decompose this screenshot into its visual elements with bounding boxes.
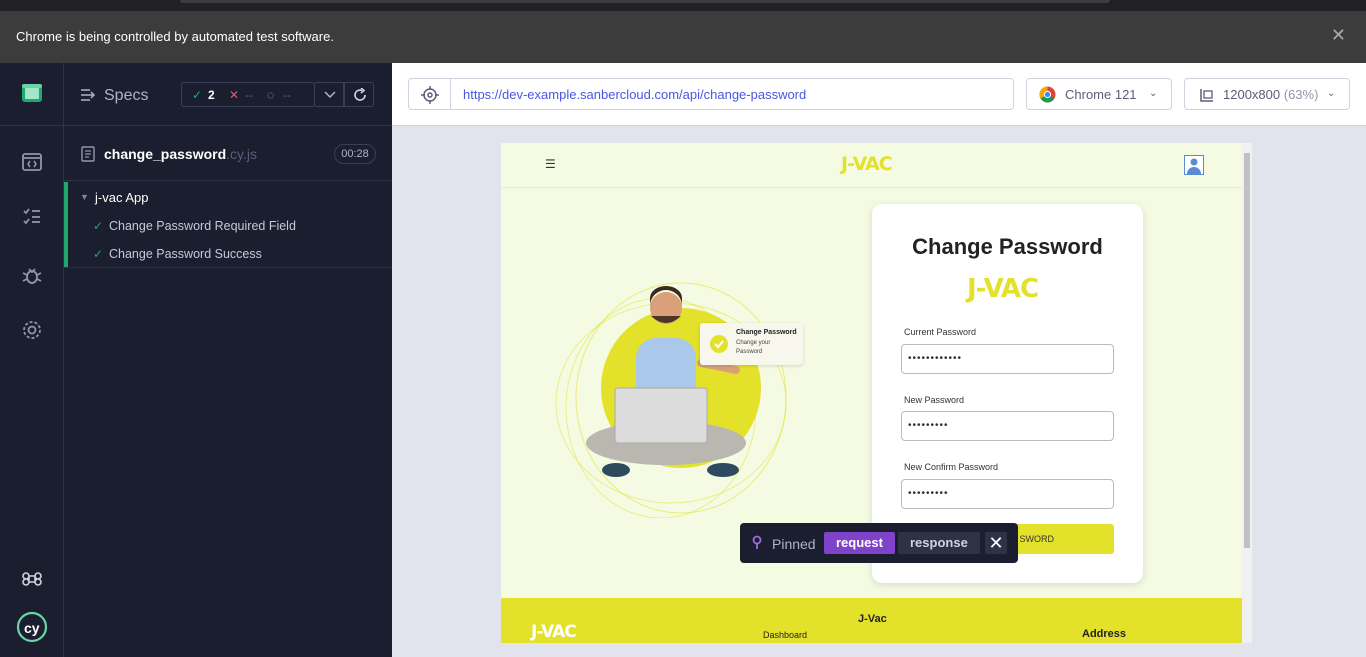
crosshair-icon bbox=[421, 86, 439, 104]
collapse-button[interactable] bbox=[314, 82, 344, 107]
test-item[interactable]: ✓ Change Password Required Field bbox=[93, 219, 296, 233]
svg-text:cy: cy bbox=[24, 620, 40, 636]
current-password-label: Current Password bbox=[904, 327, 977, 337]
spec-file-ext: .cy.js bbox=[226, 146, 258, 162]
close-icon[interactable]: ✕ bbox=[985, 532, 1007, 554]
footer-title: J-Vac bbox=[858, 613, 887, 625]
viewport-select[interactable]: 1200x800 (63%) ⌄ bbox=[1184, 78, 1350, 110]
tab-request[interactable]: request bbox=[824, 532, 895, 554]
specs-header: Specs ✓ 2 ✕ -- ◌ -- bbox=[64, 63, 392, 126]
cypress-logo-icon[interactable]: cy bbox=[16, 611, 48, 643]
new-password-input[interactable]: ••••••••• bbox=[901, 411, 1114, 441]
aut-scrollbar[interactable] bbox=[1242, 143, 1252, 643]
selector-playground-button[interactable] bbox=[409, 79, 451, 109]
failed-count: -- bbox=[245, 88, 253, 102]
infobar-close-icon[interactable]: ✕ bbox=[1331, 25, 1346, 46]
test-label: Change Password Success bbox=[109, 247, 262, 261]
passed-icon: ✓ bbox=[192, 88, 203, 102]
illustration-card: Change Password Change your Password bbox=[700, 323, 803, 365]
test-stats: ✓ 2 ✕ -- ◌ -- bbox=[181, 82, 315, 107]
project-logo[interactable] bbox=[0, 63, 64, 126]
chevron-down-icon: ⌄ bbox=[1149, 88, 1158, 99]
chevron-down-icon bbox=[324, 91, 336, 99]
form-logo: J-VAC bbox=[967, 274, 1039, 304]
user-icon bbox=[1187, 158, 1201, 174]
cypress-sidenav: cy bbox=[0, 63, 64, 657]
refresh-icon bbox=[354, 88, 366, 101]
gear-icon[interactable] bbox=[20, 318, 44, 342]
browser-tabstrip bbox=[0, 0, 1366, 11]
document-icon bbox=[81, 146, 95, 162]
chevron-down-icon: ⌄ bbox=[1327, 88, 1336, 99]
illustration-person-laptop bbox=[555, 282, 787, 518]
chrome-icon bbox=[1039, 86, 1056, 103]
confirm-password-input[interactable]: ••••••••• bbox=[901, 479, 1114, 509]
code-icon[interactable] bbox=[20, 150, 44, 174]
automation-infobar: Chrome is being controlled by automated … bbox=[0, 11, 1366, 63]
check-circle-icon bbox=[710, 335, 728, 353]
footer-logo: J-VAC bbox=[531, 622, 577, 642]
pass-check-icon: ✓ bbox=[93, 219, 104, 233]
pass-check-icon: ✓ bbox=[93, 247, 104, 261]
suite-pass-accent bbox=[64, 182, 68, 267]
keyboard-shortcuts-icon[interactable] bbox=[20, 567, 44, 591]
suite-name[interactable]: j-vac App bbox=[95, 190, 148, 205]
test-list-icon[interactable] bbox=[20, 205, 44, 229]
app-under-test-frame: ☰ J-VAC Change Password Change your Pass… bbox=[501, 143, 1252, 643]
footer-dashboard-link[interactable]: Dashboard bbox=[763, 630, 807, 640]
tab-response[interactable]: response bbox=[898, 532, 980, 554]
specs-panel: Specs ✓ 2 ✕ -- ◌ -- change_password.cy.j… bbox=[64, 63, 392, 657]
app-logo[interactable]: J-VAC bbox=[841, 153, 893, 175]
pending-count: -- bbox=[283, 88, 291, 102]
test-label: Change Password Required Field bbox=[109, 219, 296, 233]
illustration-card-sub: Change your Password bbox=[736, 340, 771, 355]
spec-duration: 00:28 bbox=[334, 144, 376, 164]
user-avatar[interactable] bbox=[1184, 155, 1204, 175]
app-navbar: ☰ J-VAC bbox=[501, 143, 1242, 188]
infobar-message: Chrome is being controlled by automated … bbox=[16, 29, 334, 44]
aut-url: https://dev-example.sanbercloud.com/api/… bbox=[463, 87, 807, 102]
ruler-icon bbox=[1200, 89, 1213, 102]
browser-label: Chrome 121 bbox=[1065, 87, 1137, 102]
scrollbar-thumb[interactable] bbox=[1244, 153, 1250, 548]
new-password-label: New Password bbox=[904, 395, 965, 405]
specs-title: Specs bbox=[104, 87, 149, 104]
app-footer: J-VAC J-Vac Dashboard Address bbox=[501, 598, 1242, 643]
pin-icon bbox=[752, 535, 762, 549]
pinned-command-bar: Pinned request response ✕ bbox=[740, 523, 1018, 563]
bug-icon[interactable] bbox=[20, 263, 44, 287]
hamburger-menu-icon[interactable]: ☰ bbox=[545, 157, 556, 171]
test-item[interactable]: ✓ Change Password Success bbox=[93, 247, 262, 261]
spec-file-row[interactable]: change_password.cy.js 00:28 bbox=[64, 126, 392, 181]
url-box[interactable]: https://dev-example.sanbercloud.com/api/… bbox=[408, 78, 1014, 110]
rerun-button[interactable] bbox=[344, 82, 374, 107]
spec-file-name: change_password.cy.js bbox=[104, 146, 258, 162]
footer-address-heading: Address bbox=[1082, 628, 1127, 640]
test-suite: ▼ j-vac App ✓ Change Password Required F… bbox=[64, 182, 392, 268]
pinned-label: Pinned bbox=[772, 536, 816, 552]
confirm-password-label: New Confirm Password bbox=[904, 462, 999, 472]
runner-area: https://dev-example.sanbercloud.com/api/… bbox=[392, 63, 1366, 657]
failed-icon: ✕ bbox=[229, 88, 240, 102]
form-title: Change Password bbox=[912, 234, 1103, 259]
current-password-input[interactable]: •••••••••••• bbox=[901, 344, 1114, 374]
browser-select[interactable]: Chrome 121 ⌄ bbox=[1026, 78, 1172, 110]
viewport-label: 1200x800 (63%) bbox=[1223, 87, 1319, 102]
illustration-card-title: Change Password bbox=[736, 329, 797, 336]
runner-url-bar: https://dev-example.sanbercloud.com/api/… bbox=[392, 63, 1366, 126]
pending-icon: ◌ bbox=[267, 88, 275, 102]
suite-chevron-icon[interactable]: ▼ bbox=[80, 192, 89, 202]
passed-count: 2 bbox=[208, 88, 215, 102]
specs-list-icon[interactable] bbox=[80, 87, 96, 103]
